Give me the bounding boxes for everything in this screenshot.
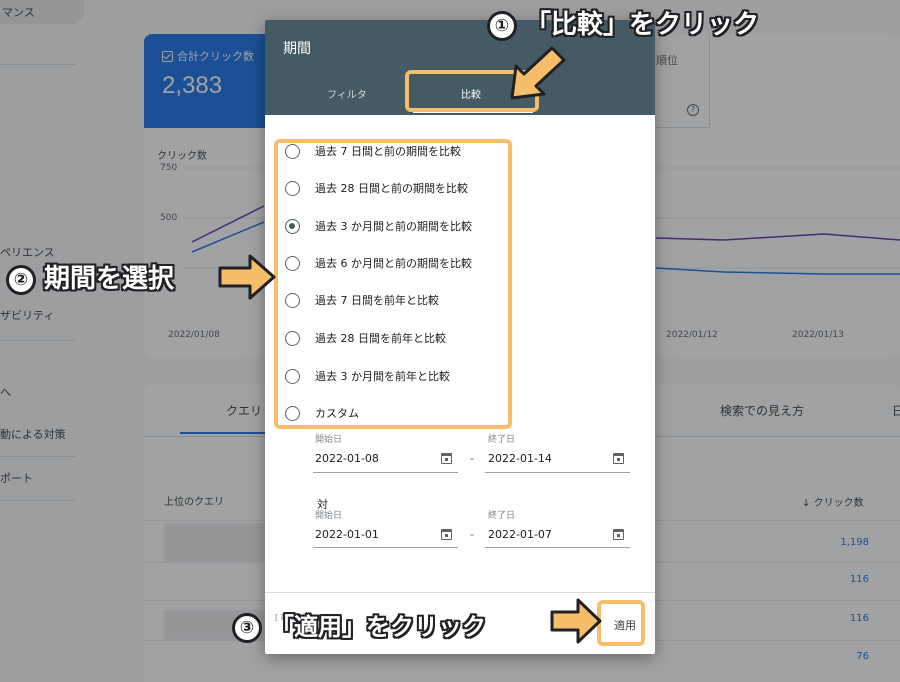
start-date-input[interactable]: 2022-01-08 [315, 452, 379, 465]
input-underline [485, 547, 630, 548]
callout-text: 「比較」をクリック [525, 10, 760, 40]
start-date-input[interactable]: 2022-01-01 [315, 528, 379, 541]
callout-text: 期間を選択 [44, 264, 175, 294]
range-dash: - [470, 452, 474, 465]
end-date-label: 終了日 [488, 435, 516, 445]
end-date-label: 終了日 [488, 511, 516, 521]
arrow-right-icon [550, 598, 602, 644]
step-number: ① [487, 10, 517, 41]
tab-filter[interactable]: フィルタ [327, 86, 367, 101]
callout-step1: ① 「比較」をクリック [487, 4, 759, 41]
callout-step2: ② 期間を選択 [6, 258, 174, 295]
input-underline [313, 547, 458, 548]
start-date-label: 開始日 [315, 435, 343, 445]
footer-divider [265, 592, 655, 593]
callout-step3: ③ 「適用」をクリック [232, 607, 486, 643]
calendar-icon[interactable] [441, 529, 452, 540]
input-underline [313, 472, 458, 473]
calendar-icon[interactable] [613, 453, 624, 464]
calendar-icon[interactable] [441, 453, 452, 464]
dialog-title: 期間 [283, 41, 311, 57]
arrow-down-left-icon [510, 46, 566, 100]
highlight-period-options [274, 139, 512, 429]
end-date-input[interactable]: 2022-01-07 [488, 528, 552, 541]
arrow-right-icon [218, 254, 276, 300]
calendar-icon[interactable] [613, 529, 624, 540]
step-number: ② [6, 264, 36, 295]
end-date-input[interactable]: 2022-01-14 [488, 452, 552, 465]
range-dash: - [470, 528, 474, 541]
input-underline [485, 472, 630, 473]
step-number: ③ [232, 613, 262, 643]
callout-text: 「適用」をクリック [270, 613, 486, 641]
start-date-label: 開始日 [315, 511, 343, 521]
highlight-apply-button [597, 600, 645, 646]
